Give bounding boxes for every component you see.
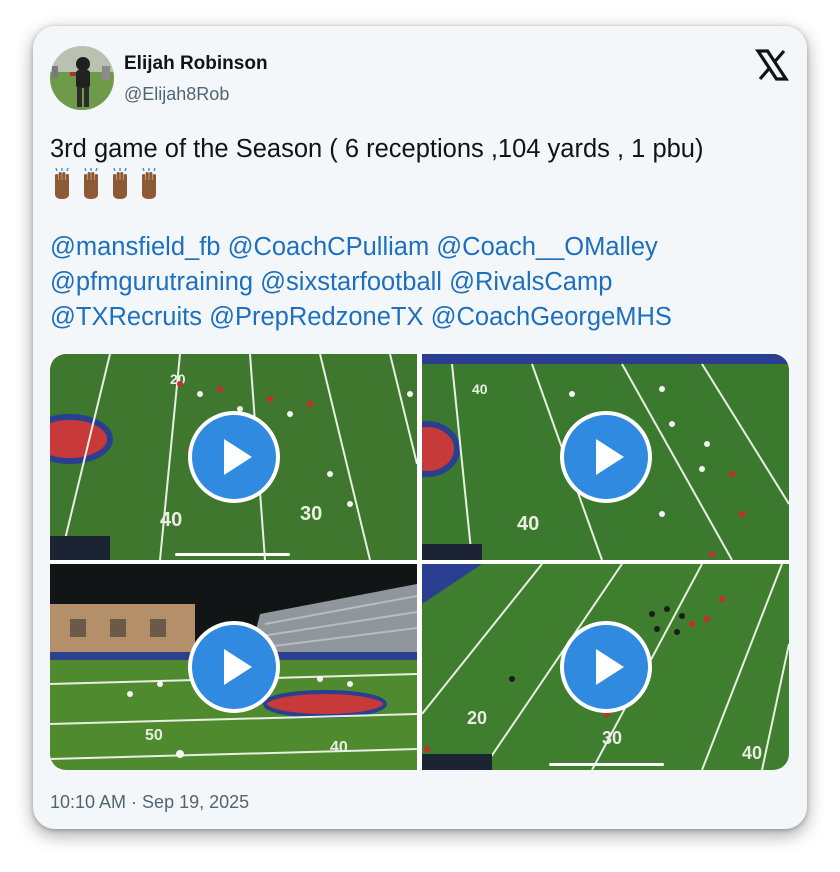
mention-link[interactable]: @mansfield_fb — [50, 233, 220, 261]
mention-link[interactable]: @TXRecruits — [50, 303, 202, 331]
play-icon — [596, 439, 624, 475]
field-number: 40 — [517, 513, 539, 535]
media-grid: 40 30 20 40 40 50 40 20 30 40 — [50, 354, 789, 770]
field-number: 50 — [145, 727, 163, 744]
play-icon — [224, 649, 252, 685]
field-number: 30 — [602, 728, 622, 748]
play-button[interactable] — [188, 621, 280, 713]
tweet-timestamp[interactable]: 10:10 AM · Sep 19, 2025 — [50, 792, 249, 813]
mention-link[interactable]: @RivalsCamp — [449, 268, 612, 296]
mention-link[interactable]: @pfmgurutraining — [50, 268, 253, 296]
video-thumbnail[interactable]: 40 40 — [422, 354, 789, 560]
video-thumbnail[interactable]: 50 40 — [50, 564, 417, 770]
mention-link[interactable]: @PrepRedzoneTX — [209, 303, 423, 331]
field-number: 20 — [467, 708, 487, 728]
video-thumbnail[interactable]: 20 30 40 — [422, 564, 789, 770]
video-thumbnail[interactable]: 40 30 20 — [50, 354, 417, 560]
tweet-text: 3rd game of the Season ( 6 receptions ,1… — [50, 135, 704, 163]
clapping-hands-icon — [50, 167, 168, 200]
field-number: 40 — [742, 743, 762, 763]
mention-link[interactable]: @sixstarfootball — [260, 268, 442, 296]
mention-link[interactable]: @Coach__OMalley — [436, 233, 657, 261]
play-button[interactable] — [188, 411, 280, 503]
emoji-line — [55, 167, 157, 200]
avatar[interactable] — [50, 46, 114, 110]
mention-link[interactable]: @CoachGeorgeMHS — [431, 303, 672, 331]
tweet-card: Elijah Robinson @Elijah8Rob 3rd game of … — [33, 26, 807, 829]
mention-link[interactable]: @CoachCPulliam — [228, 233, 430, 261]
play-button[interactable] — [560, 411, 652, 503]
field-number: 40 — [472, 381, 488, 397]
x-logo-icon[interactable] — [755, 48, 789, 82]
field-number: 40 — [160, 509, 182, 531]
field-number: 40 — [330, 739, 348, 756]
author-name[interactable]: Elijah Robinson — [124, 53, 268, 75]
player-avatar-icon — [50, 46, 114, 110]
author-handle[interactable]: @Elijah8Rob — [124, 84, 229, 105]
play-icon — [224, 439, 252, 475]
play-button[interactable] — [560, 621, 652, 713]
mentions-block: @mansfield_fb @CoachCPulliam @Coach__OMa… — [50, 230, 795, 335]
field-number: 30 — [300, 503, 322, 525]
play-icon — [596, 649, 624, 685]
